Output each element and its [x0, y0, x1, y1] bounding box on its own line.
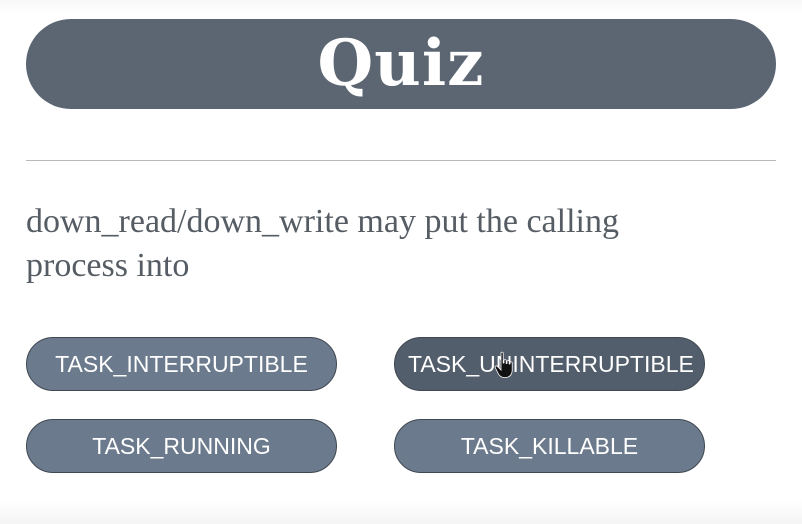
- quiz-title: Quiz: [317, 26, 485, 101]
- answer-button-task-uninterruptible[interactable]: TASK_UNINTERRUPTIBLE: [394, 337, 705, 391]
- quiz-page: Quiz down_read/down_write may put the ca…: [0, 0, 802, 524]
- question-text: down_read/down_write may put the calling…: [26, 203, 619, 284]
- answer-button-task-interruptible[interactable]: TASK_INTERRUPTIBLE: [26, 337, 337, 391]
- quiz-header: Quiz: [26, 19, 776, 109]
- divider: [26, 160, 776, 161]
- answer-button-task-running[interactable]: TASK_RUNNING: [26, 419, 337, 473]
- answer-button-task-killable[interactable]: TASK_KILLABLE: [394, 419, 705, 473]
